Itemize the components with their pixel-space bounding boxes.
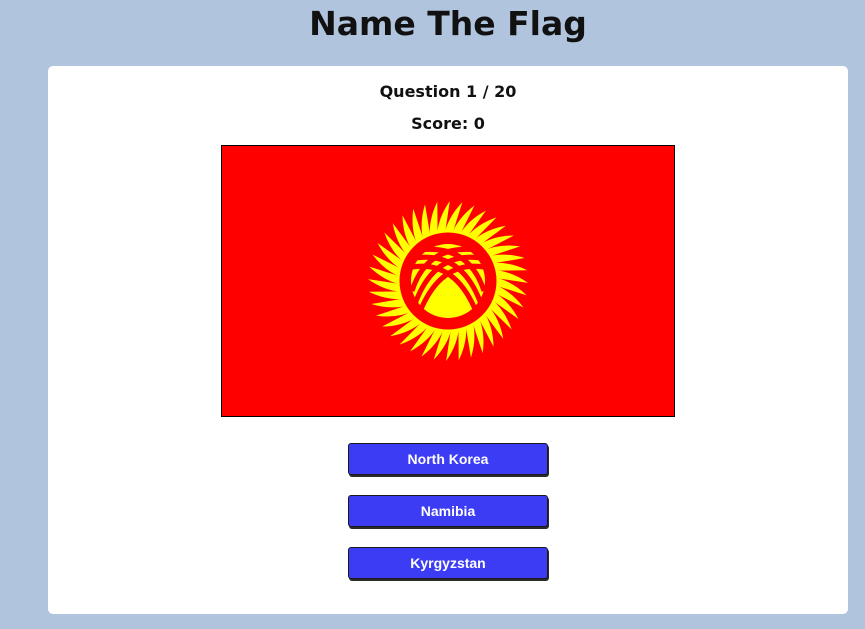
quiz-card: Question 1 / 20 Score: 0 North Korea Nam… — [48, 66, 848, 614]
flag-image — [221, 145, 675, 417]
kyrgyzstan-flag-icon — [222, 146, 674, 416]
answer-button-north-korea[interactable]: North Korea — [348, 443, 548, 475]
answer-button-kyrgyzstan[interactable]: Kyrgyzstan — [348, 547, 548, 579]
answer-button-namibia[interactable]: Namibia — [348, 495, 548, 527]
score-display: Score: 0 — [411, 114, 485, 133]
question-counter: Question 1 / 20 — [379, 82, 517, 101]
page-title: Name The Flag — [309, 4, 587, 43]
